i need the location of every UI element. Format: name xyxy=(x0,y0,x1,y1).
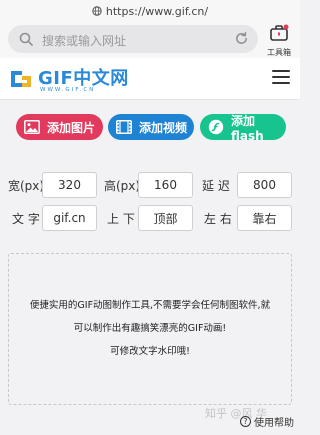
dropzone-line-1: 便捷实用的GIF动图制作工具,不需要学会任何制图软件,就 xyxy=(29,300,271,311)
search-icon xyxy=(19,32,33,46)
add-video-button[interactable]: 添加视频 xyxy=(108,114,194,140)
browser-bar: https://www.gif.cn/ 搜索或输入网址 工具箱 xyxy=(0,0,300,58)
help-label: 使用帮助 xyxy=(254,418,294,429)
gif-logo-icon[interactable] xyxy=(8,66,34,92)
delay-label: 延 迟 xyxy=(202,179,230,193)
toolbox-label: 工具箱 xyxy=(267,48,291,57)
horizontal-label: 左 右 xyxy=(204,212,232,226)
text-row: 文 字 gif.cn 上 下 顶部 左 右 靠右 xyxy=(0,205,300,231)
delay-input[interactable]: 800 xyxy=(237,172,292,198)
search-placeholder: 搜索或输入网址 xyxy=(42,34,127,48)
dropzone-line-3: 可修改文字水印哦! xyxy=(110,346,190,357)
site-header: GIF中文网 WWW.GIF.CN xyxy=(0,58,300,100)
flash-icon xyxy=(208,119,224,135)
url-text: https://www.gif.cn/ xyxy=(105,5,209,18)
vertical-select[interactable]: 顶部 xyxy=(138,205,193,231)
add-video-label: 添加视频 xyxy=(139,120,188,135)
text-label: 文 字 xyxy=(12,212,40,226)
width-input[interactable]: 320 xyxy=(42,172,97,198)
height-input[interactable]: 160 xyxy=(138,172,193,198)
height-label: 高(px) xyxy=(104,179,141,193)
dropzone-line-2: 可以制作出有趣搞笑漂亮的GIF动画! xyxy=(73,323,227,334)
help-link[interactable]: ? 使用帮助 xyxy=(240,414,294,429)
text-input[interactable]: gif.cn xyxy=(42,205,97,231)
add-image-button[interactable]: 添加图片 xyxy=(16,114,103,140)
vertical-label: 上 下 xyxy=(107,212,135,226)
url-display[interactable]: https://www.gif.cn/ xyxy=(0,5,300,18)
logo-subtext: WWW.GIF.CN xyxy=(40,87,96,93)
menu-icon[interactable] xyxy=(272,70,290,86)
image-icon xyxy=(24,120,40,134)
question-icon: ? xyxy=(240,416,251,427)
reload-icon[interactable] xyxy=(234,31,249,46)
add-flash-button[interactable]: 添加flash xyxy=(200,113,286,143)
toolbox-icon xyxy=(270,24,289,41)
search-input[interactable]: 搜索或输入网址 xyxy=(8,25,258,53)
film-icon xyxy=(116,120,132,134)
action-buttons: 添加图片 添加视频 添加flash xyxy=(0,113,300,143)
toolbox-button[interactable]: 工具箱 xyxy=(262,24,296,57)
upload-dropzone[interactable]: 便捷实用的GIF动图制作工具,不需要学会任何制图软件,就 可以制作出有趣搞笑漂亮… xyxy=(8,253,292,405)
horizontal-select[interactable]: 靠右 xyxy=(237,205,292,231)
add-flash-label: 添加flash xyxy=(231,113,264,143)
width-label: 宽(px) xyxy=(8,179,45,193)
size-row: 宽(px) 320 高(px) 160 延 迟 800 xyxy=(0,172,300,198)
globe-icon xyxy=(92,6,102,16)
add-image-label: 添加图片 xyxy=(47,120,96,135)
